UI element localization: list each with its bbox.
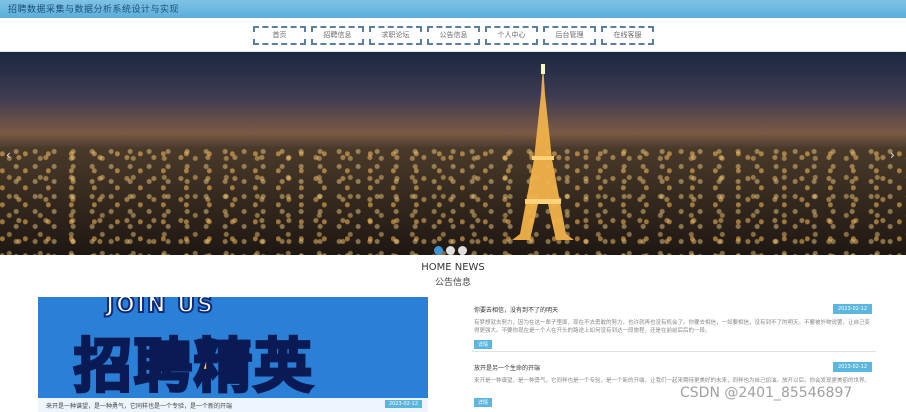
site-title: 招聘数据采集与数据分析系统设计与实现	[8, 5, 180, 15]
section-title-cn: 公告信息	[434, 278, 471, 288]
poster-headline: 招聘精英	[72, 331, 315, 402]
hero-carousel[interactable]: ‹ ›	[0, 52, 906, 255]
featured-date-badge: 2023-02-12	[384, 400, 422, 408]
nav-item-home[interactable]: 首页	[253, 26, 306, 45]
carousel-dot[interactable]	[446, 246, 455, 255]
eiffel-tower-image	[512, 64, 574, 240]
news-date-badge: 2023-02-12	[832, 362, 872, 372]
news-summary: 来开是一种谱望，是一种勇气，它同样也是一个专验，是一个新的开端，让我们一起来期待…	[474, 378, 871, 384]
nav-item-forum[interactable]: 求职论坛	[369, 26, 422, 45]
nav-item-support[interactable]: 在线客服	[601, 26, 654, 45]
nav-item-notices[interactable]: 公告信息	[427, 26, 480, 45]
featured-caption: 来开是一种谱望，是一种勇气，它同样也是一个专验，是一个新的开端	[46, 403, 233, 410]
featured-caption-bar: 来开是一种谱望，是一种勇气，它同样也是一个专验，是一个新的开端 2023-02-…	[38, 398, 428, 412]
carousel-next-arrow[interactable]: ›	[890, 148, 895, 162]
poster-join-text: JOIN US	[105, 297, 215, 319]
featured-news-card[interactable]: JOIN US 招聘精英 来开是一种谱望，是一种勇气，它同样也是一个专验，是一个…	[38, 297, 428, 412]
carousel-indicators	[434, 240, 470, 255]
news-divider	[472, 351, 876, 352]
csdn-watermark: CSDN @2401_85546897	[680, 385, 853, 401]
news-title[interactable]: 你要去相信，没有到不了的明天	[474, 305, 558, 314]
news-more-button[interactable]: 详情	[474, 398, 493, 407]
news-title[interactable]: 放开是另一个生命的开端	[474, 363, 540, 372]
carousel-prev-arrow[interactable]: ‹	[6, 148, 11, 162]
top-bar: 招聘数据采集与数据分析系统设计与实现	[0, 0, 906, 18]
news-more-button[interactable]: 详情	[474, 340, 493, 349]
carousel-dot[interactable]	[458, 246, 467, 255]
city-lights-image	[0, 147, 906, 255]
nav-item-profile[interactable]: 个人中心	[485, 26, 538, 45]
section-title-en: HOME NEWS	[421, 262, 485, 273]
news-date-badge: 2023-02-12	[832, 304, 872, 314]
news-summary: 有梦想就去努力，因为在这一辈子里面，现在不去勇敢的努力，也许就再也没有机会了。你…	[474, 320, 871, 334]
nav-item-jobs[interactable]: 招聘信息	[311, 26, 364, 45]
main-nav: 首页 招聘信息 求职论坛 公告信息 个人中心 后台管理 在线客服	[0, 18, 906, 52]
nav-item-admin[interactable]: 后台管理	[543, 26, 596, 45]
carousel-dot[interactable]	[434, 246, 443, 255]
